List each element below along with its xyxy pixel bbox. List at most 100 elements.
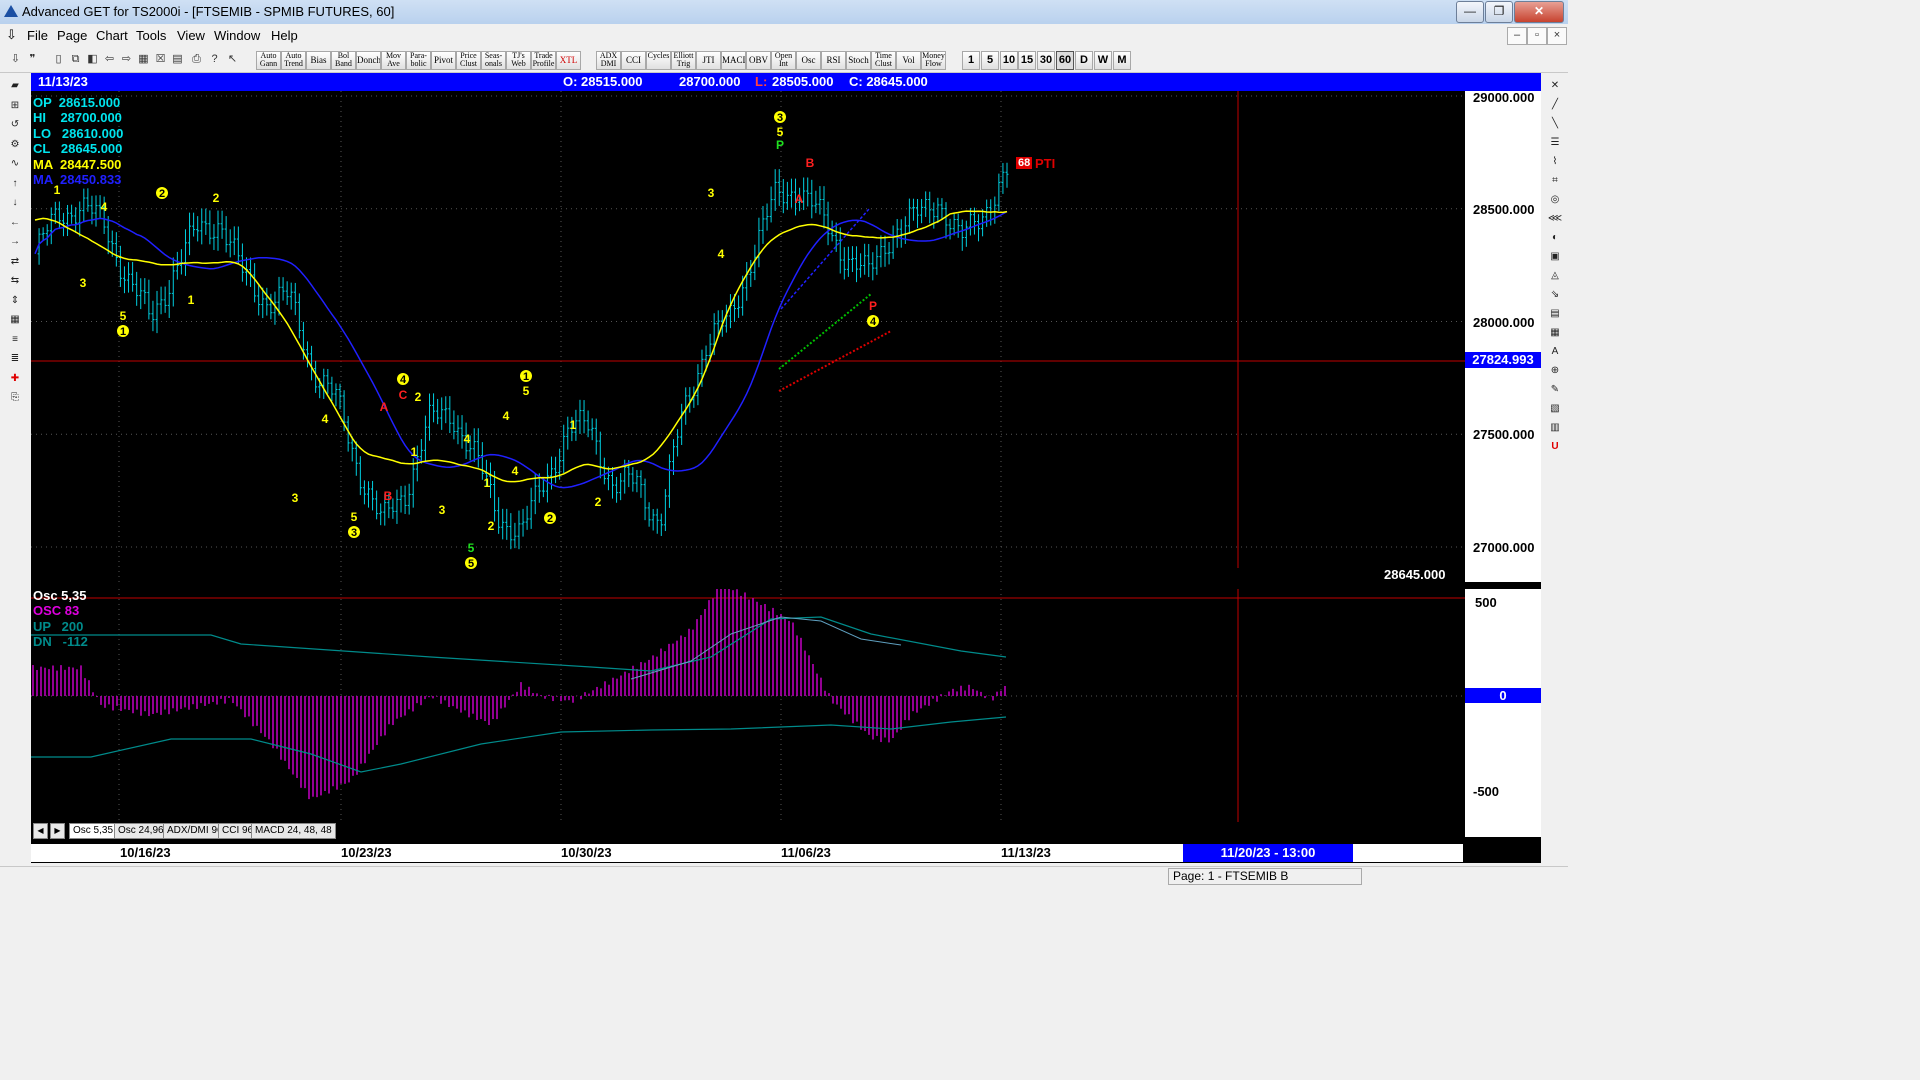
oscillator-chart[interactable] — [31, 589, 1465, 822]
study-button-money-flow[interactable]: Money Flow — [921, 51, 946, 70]
fan-tool-icon[interactable]: ⋘ — [1544, 211, 1566, 227]
study-button-price-clust[interactable]: Price Clust — [456, 51, 481, 70]
timeframe-button-m[interactable]: M — [1113, 51, 1131, 70]
fib-time-icon[interactable]: ⌗ — [1544, 173, 1566, 189]
study-button-vol[interactable]: Vol — [896, 51, 921, 70]
timeframe-button-15[interactable]: 15 — [1018, 51, 1036, 70]
lines-icon[interactable]: ≡ — [4, 332, 26, 348]
channel-icon[interactable]: ▥ — [1544, 420, 1566, 436]
mdi-close-button[interactable]: × — [1547, 27, 1567, 45]
study-button-cycles[interactable]: Cycles — [646, 51, 671, 70]
tab-next-button[interactable]: ▶ — [50, 823, 65, 839]
close-button[interactable]: ✕ — [1514, 1, 1564, 23]
menu-view[interactable]: View — [177, 28, 205, 43]
menu-help[interactable]: Help — [271, 28, 298, 43]
timeframe-button-60[interactable]: 60 — [1056, 51, 1074, 70]
nav-icon[interactable]: ◧ — [85, 51, 100, 68]
pattern-icon[interactable]: ▧ — [1544, 401, 1566, 417]
delete-icon[interactable]: ☒ — [153, 51, 168, 68]
scroll-right-icon[interactable]: ⇆ — [4, 273, 26, 289]
study-button-rsi[interactable]: RSI — [821, 51, 846, 70]
study-button-osc[interactable]: Osc — [796, 51, 821, 70]
zoom-tool-icon[interactable]: ⊕ — [1544, 363, 1566, 379]
grid-icon[interactable]: ▦ — [136, 51, 151, 68]
down-arrow-icon[interactable]: ↓ — [4, 195, 26, 211]
arrow-tool-icon[interactable]: ⇘ — [1544, 287, 1566, 303]
grid-tool-icon[interactable]: ▤ — [1544, 306, 1566, 322]
settings-icon[interactable]: ⎘ — [4, 390, 26, 406]
study-button-jti[interactable]: JTI — [696, 51, 721, 70]
u-tool-icon[interactable]: U — [1544, 439, 1566, 455]
mob-icon[interactable]: ▦ — [1544, 325, 1566, 341]
study-button-tj-s-web[interactable]: TJ's Web — [506, 51, 531, 70]
timeframe-button-10[interactable]: 10 — [1000, 51, 1018, 70]
trend-tool-icon[interactable]: ╲ — [1544, 116, 1566, 132]
back-icon[interactable]: ⇦ — [102, 51, 117, 68]
study-button-open-int[interactable]: Open Int — [771, 51, 796, 70]
timeframe-button-w[interactable]: W — [1094, 51, 1112, 70]
study-button-time-clust[interactable]: Time Clust — [871, 51, 896, 70]
fib-ext-icon[interactable]: ⌇ — [1544, 154, 1566, 170]
price-scale[interactable]: 29000.000 28500.000 28000.000 27500.000 … — [1465, 90, 1541, 582]
study-button-xtl[interactable]: XTL — [556, 51, 581, 70]
timeframe-button-1[interactable]: 1 — [962, 51, 980, 70]
mdi-restore-button[interactable]: ▫ — [1527, 27, 1547, 45]
study-button-auto-gann[interactable]: Auto Gann — [256, 51, 281, 70]
new-page-icon[interactable]: ▯ — [51, 51, 66, 68]
menu-chart[interactable]: Chart — [96, 28, 128, 43]
study-button-stoch[interactable]: Stoch — [846, 51, 871, 70]
table-icon[interactable]: ▦ — [4, 312, 26, 328]
tab-prev-button[interactable]: ◀ — [33, 823, 48, 839]
print-icon[interactable]: ⎙ — [189, 51, 204, 68]
pencil-icon[interactable]: ✎ — [1544, 382, 1566, 398]
ellipse-icon[interactable]: ◐ — [1544, 230, 1566, 246]
help-icon[interactable]: ? — [207, 51, 222, 68]
circle-tool-icon[interactable]: ◎ — [1544, 192, 1566, 208]
timeframe-button-5[interactable]: 5 — [981, 51, 999, 70]
study-button-elliott-trig[interactable]: Elliott Trig — [671, 51, 696, 70]
study-button-auto-trend[interactable]: Auto Trend — [281, 51, 306, 70]
tab-macd[interactable]: MACD 24, 48, 48 — [251, 823, 336, 839]
study-button-mov-ave[interactable]: Mov Ave — [381, 51, 406, 70]
compress-icon[interactable]: ⇕ — [4, 293, 26, 309]
study-icon[interactable]: ⚙ — [4, 137, 26, 153]
study-button-obv[interactable]: OBV — [746, 51, 771, 70]
open-icon[interactable]: ▰ — [4, 78, 26, 94]
study-button-trade-profile[interactable]: Trade Profile — [531, 51, 556, 70]
minimize-button[interactable]: — — [1456, 1, 1484, 23]
study-button-pivot[interactable]: Pivot — [431, 51, 456, 70]
copy-icon[interactable]: ⧉ — [68, 51, 83, 68]
up-arrow-icon[interactable]: ↑ — [4, 176, 26, 192]
study-button-adx-dmi[interactable]: ADX DMI — [596, 51, 621, 70]
zoom-icon[interactable]: ⊞ — [4, 98, 26, 114]
scroll-left-icon[interactable]: ⇄ — [4, 254, 26, 270]
context-help-icon[interactable]: ↖ — [225, 51, 240, 68]
layout-icon[interactable]: ▤ — [170, 51, 185, 68]
elliott-icon[interactable]: ∿ — [4, 156, 26, 172]
tab-osc-24-96[interactable]: Osc 24,96 — [114, 823, 168, 839]
reset-icon[interactable]: ↺ — [4, 117, 26, 133]
price-chart[interactable]: 143512 2134534C 2AB134125544152123435PBAP4 — [31, 91, 1465, 582]
forward-icon[interactable]: ⇨ — [119, 51, 134, 68]
text-tool-icon[interactable]: A — [1544, 344, 1566, 360]
timeframe-button-d[interactable]: D — [1075, 51, 1093, 70]
line-tool-icon[interactable]: ╱ — [1544, 97, 1566, 113]
study-button-donch[interactable]: Donch — [356, 51, 381, 70]
fib-ret-icon[interactable]: ☰ — [1544, 135, 1566, 151]
study-button-bol-band[interactable]: Bol Band — [331, 51, 356, 70]
study-button-bias[interactable]: Bias — [306, 51, 331, 70]
oscillator-scale[interactable]: 500 0 -500 — [1465, 589, 1541, 837]
left-arrow-icon[interactable]: ← — [4, 215, 26, 231]
study-button-para-bolic[interactable]: Para- bolic — [406, 51, 431, 70]
box-tool-icon[interactable]: ▣ — [1544, 249, 1566, 265]
menu-file[interactable]: File — [27, 28, 48, 43]
close-tool-icon[interactable]: ✕ — [1544, 78, 1566, 94]
tab-osc-5-35[interactable]: Osc 5,35 — [69, 823, 118, 839]
quote-icon[interactable]: ❞ — [25, 51, 40, 68]
cursor-tool-icon[interactable]: ⇩ — [8, 51, 23, 68]
menu-page[interactable]: Page — [57, 28, 87, 43]
crosshair-icon[interactable]: ✚ — [4, 371, 26, 387]
maximize-button[interactable]: ❐ — [1485, 1, 1513, 23]
mdi-minimize-button[interactable]: – — [1507, 27, 1527, 45]
timeframe-button-30[interactable]: 30 — [1037, 51, 1055, 70]
